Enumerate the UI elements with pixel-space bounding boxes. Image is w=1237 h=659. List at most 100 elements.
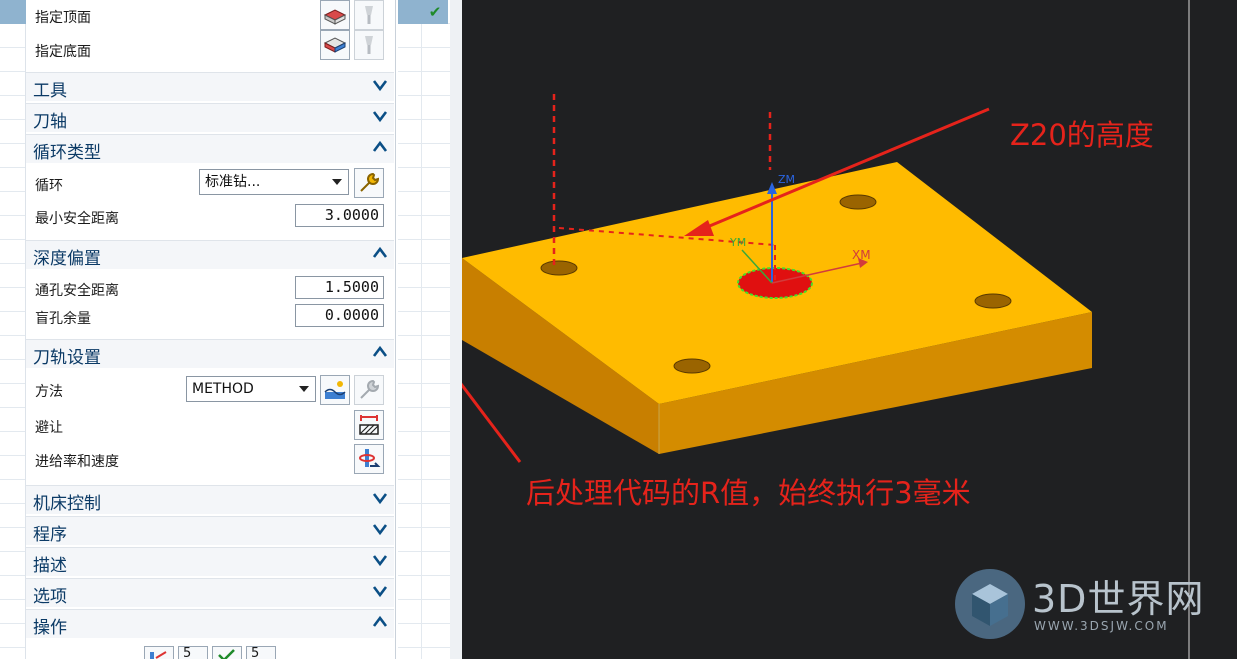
zm-arrow — [767, 182, 777, 194]
method-select-value: METHOD — [192, 381, 254, 397]
replay-button-label: 5 — [183, 646, 192, 659]
wrench-icon — [360, 172, 380, 192]
chevron-down-icon — [372, 586, 388, 598]
section-depth-offset[interactable]: 深度偏置 — [26, 240, 394, 269]
section-tool-axis[interactable]: 刀轴 — [26, 103, 394, 132]
section-machine-control[interactable]: 机床控制 — [26, 485, 394, 514]
bottom-face-icon — [323, 37, 347, 53]
dropdown-arrow-icon — [299, 386, 309, 392]
section-path-settings-title: 刀轨设置 — [33, 348, 101, 368]
dropdown-arrow-icon — [332, 179, 342, 185]
top-face-icon — [323, 9, 347, 25]
section-actions-title: 操作 — [33, 618, 67, 638]
xm-axis-label: XM — [852, 248, 871, 262]
feeds-speeds-button[interactable] — [354, 444, 384, 474]
section-description[interactable]: 描述 — [26, 547, 394, 576]
section-program-title: 程序 — [33, 525, 67, 545]
chevron-down-icon — [372, 111, 388, 123]
left-grid-strip — [0, 0, 26, 659]
generate-icon — [150, 651, 167, 659]
avoidance-icon — [359, 415, 379, 435]
section-cycle-type[interactable]: 循环类型 — [26, 134, 394, 163]
flashlight-icon — [365, 6, 373, 24]
select-top-face-button[interactable] — [320, 0, 350, 30]
top-face-label: 指定顶面 — [35, 10, 91, 26]
method-settings-button[interactable] — [354, 375, 384, 405]
method-row: 方法 METHOD — [26, 373, 396, 409]
chevron-down-icon — [372, 493, 388, 505]
method-label: 方法 — [35, 384, 63, 400]
through-hole-clearance-row: 通孔安全距离 1.5000 — [26, 274, 396, 302]
through-hole-clearance-input[interactable]: 1.5000 — [295, 276, 384, 299]
verify-button[interactable]: 5 — [246, 646, 276, 659]
section-options[interactable]: 选项 — [26, 578, 394, 607]
method-select[interactable]: METHOD — [186, 376, 316, 402]
watermark-url: WWW.3DSJW.COM — [1034, 619, 1169, 633]
feeds-speeds-row: 进给率和速度 — [26, 443, 396, 481]
through-hole-clearance-label: 通孔安全距离 — [35, 283, 119, 299]
verify-button-label: 5 — [251, 646, 260, 659]
min-clearance-input[interactable]: 3.0000 — [295, 204, 384, 227]
watermark-title: 3D世界网 — [1032, 577, 1205, 621]
select-bottom-face-button[interactable] — [320, 30, 350, 60]
chevron-down-icon — [372, 555, 388, 567]
flashlight-icon — [365, 36, 373, 54]
hole-back — [839, 194, 877, 210]
avoidance-label: 避让 — [35, 420, 63, 436]
navigator-grid-strip: ✔ — [398, 0, 450, 659]
section-path-settings[interactable]: 刀轨设置 — [26, 339, 394, 368]
panel-separator[interactable] — [450, 0, 462, 659]
edit-cycle-parameters-button[interactable] — [354, 168, 384, 198]
specify-bottom-face-row: 指定底面 — [26, 30, 396, 70]
hole-right — [974, 293, 1012, 309]
section-actions[interactable]: 操作 — [26, 609, 394, 638]
chevron-down-icon — [372, 524, 388, 536]
section-tool-axis-title: 刀轴 — [33, 112, 67, 132]
display-bottom-face-button[interactable] — [354, 30, 384, 60]
min-clearance-row: 最小安全距离 3.0000 — [26, 202, 396, 232]
status-check-icon: ✔ — [422, 0, 448, 24]
replay-button[interactable]: 5 — [178, 646, 208, 659]
site-watermark: 3D世界网 WWW.3DSJW.COM — [952, 564, 1222, 644]
ym-axis-label: YM — [730, 236, 747, 249]
generate-toolpath-button[interactable] — [144, 646, 174, 659]
section-tool[interactable]: 工具 — [26, 72, 394, 101]
cycle-select[interactable]: 标准钻... — [199, 169, 349, 195]
bottom-face-label: 指定底面 — [35, 44, 91, 60]
cube-logo-icon — [955, 569, 1025, 639]
section-machine-control-title: 机床控制 — [33, 494, 101, 514]
selected-cell[interactable] — [0, 0, 26, 24]
chevron-up-icon — [372, 345, 388, 357]
action-buttons-row: 5 5 — [26, 643, 396, 659]
chevron-up-icon — [372, 140, 388, 152]
blind-hole-allowance-input[interactable]: 0.0000 — [295, 304, 384, 327]
section-description-title: 描述 — [33, 556, 67, 576]
avoidance-button[interactable] — [354, 410, 384, 440]
cycle-row: 循环 标准钻... — [26, 168, 396, 200]
avoidance-row: 避让 — [26, 409, 396, 443]
min-clearance-label: 最小安全距离 — [35, 211, 119, 227]
hole-left — [540, 260, 578, 276]
cycle-select-value: 标准钻... — [205, 174, 261, 190]
feeds-speeds-icon — [359, 449, 381, 467]
z20-height-annotation: Z20的高度 — [1010, 118, 1154, 152]
feeds-speeds-label: 进给率和速度 — [35, 454, 119, 470]
selected-cell[interactable] — [398, 0, 422, 24]
section-tool-title: 工具 — [33, 81, 67, 101]
r-value-annotation: 后处理代码的R值，始终执行3毫米 — [526, 476, 971, 510]
cycle-label: 循环 — [35, 178, 63, 194]
blind-hole-allowance-label: 盲孔余量 — [35, 311, 91, 327]
blind-hole-allowance-row: 盲孔余量 0.0000 — [26, 302, 396, 332]
edit-method-button[interactable] — [320, 375, 350, 405]
model-scene — [462, 0, 1190, 659]
drilling-operation-dialog: 指定顶面 指定底面 工具 刀轴 循环类型 循环 标准钻... 最小安全距离 3.… — [26, 0, 396, 659]
chevron-up-icon — [372, 615, 388, 627]
check-icon — [218, 649, 235, 659]
section-options-title: 选项 — [33, 587, 67, 607]
confirm-button[interactable] — [212, 646, 242, 659]
section-cycle-type-title: 循环类型 — [33, 143, 101, 163]
chevron-up-icon — [372, 246, 388, 258]
section-program[interactable]: 程序 — [26, 516, 394, 545]
display-top-face-button[interactable] — [354, 0, 384, 30]
graphics-viewport[interactable]: ZM YM XM Z20的高度 后处理代码的R值，始终执行3毫米 3D世界网 W… — [462, 0, 1237, 659]
